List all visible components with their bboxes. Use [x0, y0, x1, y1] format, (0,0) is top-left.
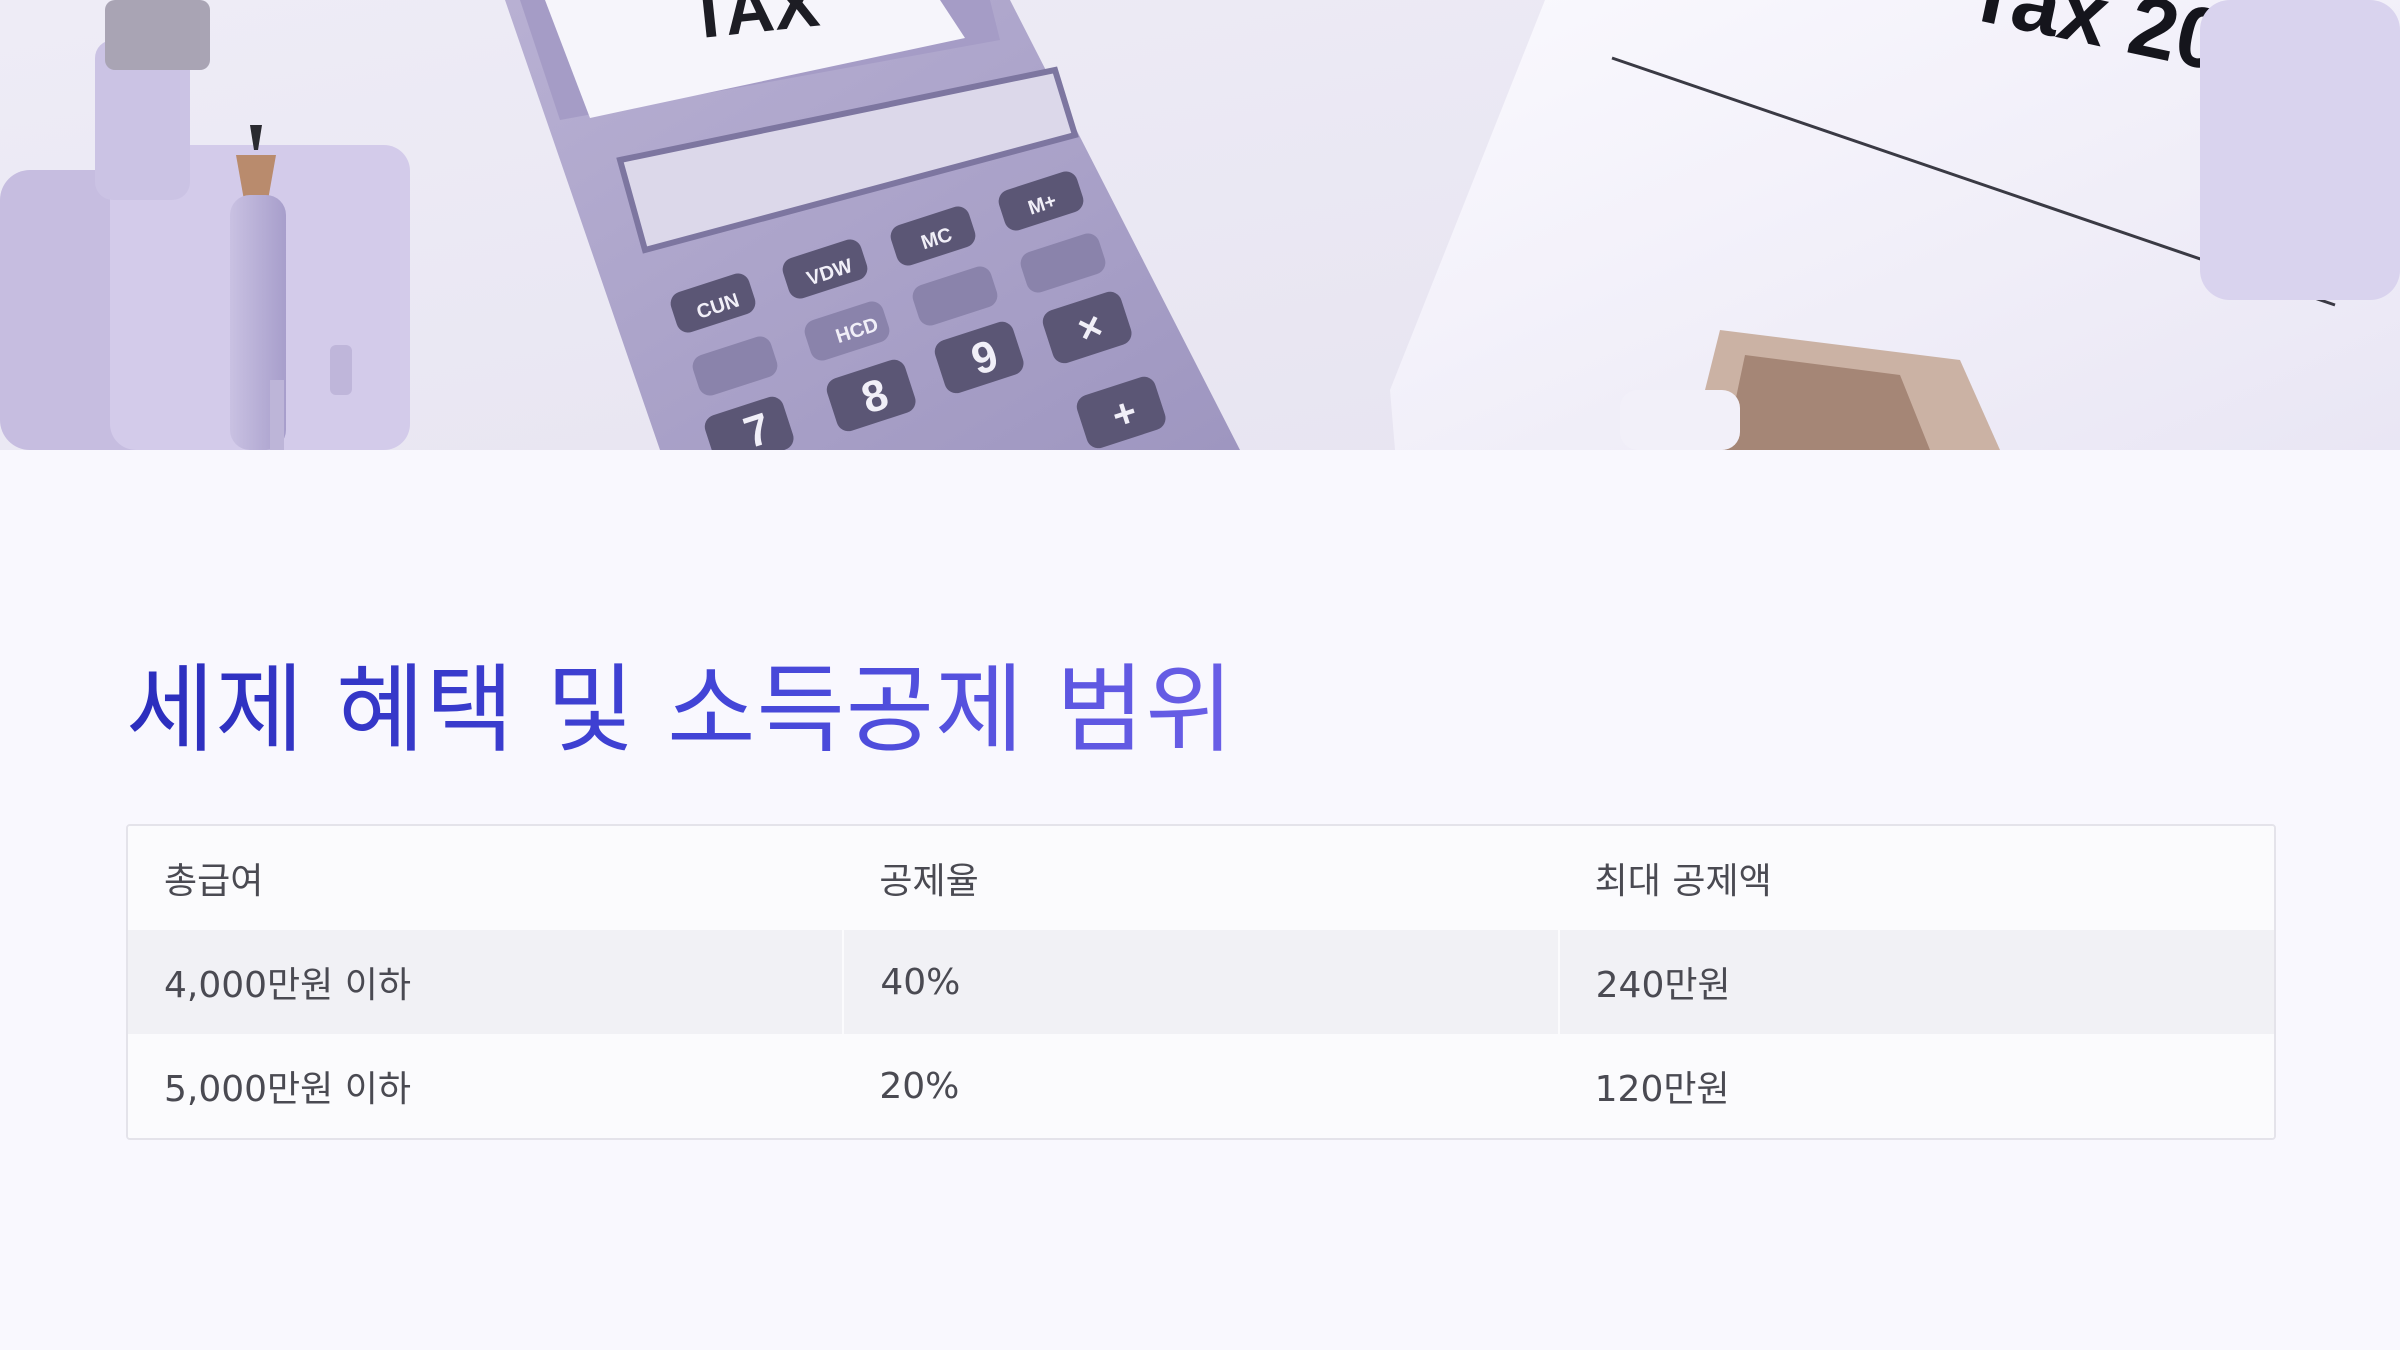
deduction-table: 총급여 공제율 최대 공제액 4,000만원 이하 40% 240만원 5,00… — [126, 824, 2276, 1140]
table-row: 5,000만원 이하 20% 120만원 — [128, 1034, 2274, 1138]
column-header-deduction-rate: 공제율 — [843, 826, 1559, 930]
table-cell: 5,000만원 이하 — [128, 1034, 844, 1138]
tax-document: Tax 2020 — [1390, 0, 2400, 450]
table-header-row: 총급여 공제율 최대 공제액 — [128, 826, 2274, 930]
column-header-gross-pay: 총급여 — [128, 826, 844, 930]
table-cell: 120만원 — [1558, 1034, 2274, 1138]
table-row: 4,000만원 이하 40% 240만원 — [128, 930, 2274, 1034]
table-cell: 4,000만원 이하 — [128, 930, 844, 1034]
column-header-max-deduction: 최대 공제액 — [1558, 826, 2274, 930]
table-cell: 40% — [842, 930, 1559, 1034]
page-title: 세제 혜택 및 소득공제 범위 — [126, 650, 1235, 770]
slide: TAX CUN VDW MC M+ HCD 7 8 9 × + Tax 2020… — [0, 0, 2400, 1350]
table-cell: 240만원 — [1557, 930, 2274, 1034]
table-cell: 20% — [843, 1034, 1559, 1138]
hero-image: TAX CUN VDW MC M+ HCD 7 8 9 × + Tax 2020 — [0, 0, 2400, 450]
